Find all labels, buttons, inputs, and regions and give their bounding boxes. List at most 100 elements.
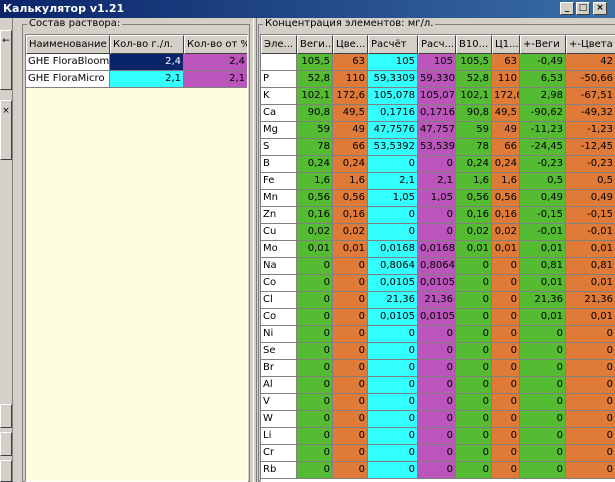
c1-value[interactable]: 0 — [492, 428, 520, 445]
c1-value[interactable]: 0 — [492, 343, 520, 360]
bloom-value[interactable]: 0,56 — [333, 190, 368, 207]
diff-veg-value[interactable]: -0,23 — [520, 156, 566, 173]
v10-value[interactable]: 0,24 — [456, 156, 492, 173]
veg-value[interactable]: 1,6 — [297, 173, 333, 190]
c1-value[interactable]: 0 — [492, 326, 520, 343]
bloom-value[interactable]: 1,6 — [333, 173, 368, 190]
v10-value[interactable]: 0 — [456, 462, 492, 479]
bloom-value[interactable]: 0,02 — [333, 224, 368, 241]
v10-value[interactable]: 0 — [456, 394, 492, 411]
col-header-calc[interactable]: Расчёт — [368, 35, 418, 54]
col-header-diff-veg[interactable]: +-Веги — [520, 35, 566, 54]
concentration-row[interactable]: Co 0 0 0,0105 0,0105 0 0 0,01 0,01 — [261, 309, 615, 326]
diff-bloom-value[interactable]: 42 — [566, 54, 615, 71]
concentration-row[interactable]: V00000000 — [261, 394, 615, 411]
concentration-row[interactable]: Cl 0 0 21,36 21,36 0 0 21,36 21,36 — [261, 292, 615, 309]
v10-value[interactable]: 0 — [456, 292, 492, 309]
v10-value[interactable]: 0 — [456, 445, 492, 462]
calc2-value[interactable]: 0 — [418, 411, 456, 428]
bloom-value[interactable]: 0 — [333, 343, 368, 360]
calc-value[interactable]: 47,7576 — [368, 122, 418, 139]
action-button-2[interactable] — [0, 432, 12, 456]
v10-value[interactable]: 59 — [456, 122, 492, 139]
calc2-value[interactable]: 2,1 — [418, 173, 456, 190]
concentration-row[interactable]: Zn 0,16 0,16 0 0 0,16 0,16 -0,15 -0,15 — [261, 207, 615, 224]
calc2-value[interactable]: 0,0105 — [418, 309, 456, 326]
col-header-percent[interactable]: Кол-во от % — [184, 35, 247, 54]
diff-bloom-value[interactable]: 0,5 — [566, 173, 615, 190]
bloom-value[interactable]: 0 — [333, 258, 368, 275]
calc-value[interactable]: 0 — [368, 445, 418, 462]
calc-value[interactable]: 1,05 — [368, 190, 418, 207]
veg-value[interactable]: 0 — [297, 343, 333, 360]
v10-value[interactable]: 0,01 — [456, 241, 492, 258]
bloom-value[interactable]: 110 — [333, 71, 368, 88]
v10-value[interactable]: 78 — [456, 139, 492, 156]
diff-veg-value[interactable]: 0,81 — [520, 258, 566, 275]
calc-value[interactable]: 0 — [368, 343, 418, 360]
calc-value[interactable]: 21,36 — [368, 292, 418, 309]
c1-value[interactable]: 63 — [492, 54, 520, 71]
action-button-1[interactable] — [0, 404, 12, 428]
bloom-value[interactable]: 0 — [333, 411, 368, 428]
veg-value[interactable]: 0 — [297, 360, 333, 377]
calc-value[interactable]: 0 — [368, 156, 418, 173]
col-header-diff-bloom[interactable]: +-Цвета — [566, 35, 615, 54]
maximize-button[interactable]: □ — [576, 2, 590, 15]
diff-veg-value[interactable]: -24,45 — [520, 139, 566, 156]
v10-value[interactable]: 0 — [456, 343, 492, 360]
bloom-value[interactable]: 0 — [333, 462, 368, 479]
concentration-row[interactable]: W00000000 — [261, 411, 615, 428]
diff-bloom-value[interactable]: 0 — [566, 360, 615, 377]
diff-bloom-value[interactable]: -12,45 — [566, 139, 615, 156]
calc2-value[interactable]: 0 — [418, 156, 456, 173]
concentration-row[interactable]: Al 0 0 0 0 0 0 0 0 — [261, 377, 615, 394]
diff-veg-value[interactable]: 0 — [520, 343, 566, 360]
calc2-value[interactable]: 0 — [418, 207, 456, 224]
concentration-row[interactable]: Mn 0,56 0,56 1,05 1,05 0,56 0,56 0,49 0,49 — [261, 190, 615, 207]
v10-value[interactable]: 90,8 — [456, 105, 492, 122]
veg-value[interactable]: 102,1 — [297, 88, 333, 105]
bloom-value[interactable]: 0 — [333, 360, 368, 377]
concentration-row[interactable]: Cr 0 0 0 0 0 0 0 0 — [261, 445, 615, 462]
calc2-value[interactable]: 0,1716 — [418, 105, 456, 122]
calc2-value[interactable]: 105 — [418, 54, 456, 71]
veg-value[interactable]: 59 — [297, 122, 333, 139]
concentration-row[interactable]: Se 0 0 0 0 0 0 0 0 — [261, 343, 615, 360]
calc-value[interactable]: 0,0105 — [368, 309, 418, 326]
product-grams[interactable]: 2,1 — [110, 71, 184, 88]
bloom-value[interactable]: 0 — [333, 394, 368, 411]
veg-value[interactable]: 0 — [297, 445, 333, 462]
veg-value[interactable]: 105,5 — [297, 54, 333, 71]
calc2-value[interactable]: 0,0105 — [418, 275, 456, 292]
v10-value[interactable]: 0 — [456, 428, 492, 445]
calc-value[interactable]: 0,0168 — [368, 241, 418, 258]
diff-veg-value[interactable]: -11,23 — [520, 122, 566, 139]
calc2-value[interactable]: 0 — [418, 326, 456, 343]
bloom-value[interactable]: 0,16 — [333, 207, 368, 224]
concentration-row[interactable]: P52,811059,330959,330952,81106,53-50,66 — [261, 71, 615, 88]
bloom-value[interactable]: 0 — [333, 445, 368, 462]
calc2-value[interactable]: 0 — [418, 343, 456, 360]
diff-veg-value[interactable]: 2,98 — [520, 88, 566, 105]
c1-value[interactable]: 0 — [492, 258, 520, 275]
calc-value[interactable]: 0 — [368, 462, 418, 479]
diff-bloom-value[interactable]: -1,23 — [566, 122, 615, 139]
calc-value[interactable]: 0 — [368, 394, 418, 411]
calc-value[interactable]: 0 — [368, 428, 418, 445]
diff-bloom-value[interactable]: 0 — [566, 445, 615, 462]
diff-bloom-value[interactable]: 0 — [566, 343, 615, 360]
diff-bloom-value[interactable]: -50,66 — [566, 71, 615, 88]
c1-value[interactable]: 0 — [492, 411, 520, 428]
v10-value[interactable]: 0 — [456, 258, 492, 275]
calc2-value[interactable]: 0,8064 — [418, 258, 456, 275]
c1-value[interactable]: 49,5 — [492, 105, 520, 122]
calc-value[interactable]: 59,3309 — [368, 71, 418, 88]
calc-value[interactable]: 53,5392 — [368, 139, 418, 156]
veg-value[interactable]: 0 — [297, 462, 333, 479]
product-percent[interactable]: 2,1 — [184, 71, 247, 88]
calc2-value[interactable]: 47,7576 — [418, 122, 456, 139]
close-button[interactable]: × — [593, 2, 607, 15]
col-header-calc2[interactable]: Расч... — [418, 35, 456, 54]
product-grams[interactable]: 2,4 — [110, 54, 184, 71]
